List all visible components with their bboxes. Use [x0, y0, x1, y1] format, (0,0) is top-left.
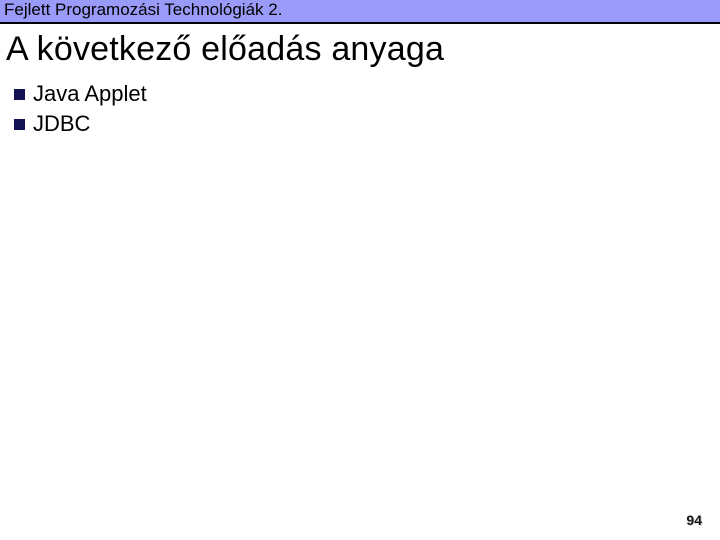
list-item: Java Applet — [14, 79, 720, 109]
list-item-label: Java Applet — [33, 79, 147, 109]
page-number: 94 — [686, 512, 702, 528]
list-item: JDBC — [14, 109, 720, 139]
square-bullet-icon — [14, 119, 25, 130]
bullet-list: Java Applet JDBC — [0, 79, 720, 139]
list-item-label: JDBC — [33, 109, 90, 139]
square-bullet-icon — [14, 89, 25, 100]
slide-header: Fejlett Programozási Technológiák 2. — [0, 0, 720, 24]
header-text: Fejlett Programozási Technológiák 2. — [4, 0, 282, 19]
slide-title: A következő előadás anyaga — [0, 24, 720, 79]
